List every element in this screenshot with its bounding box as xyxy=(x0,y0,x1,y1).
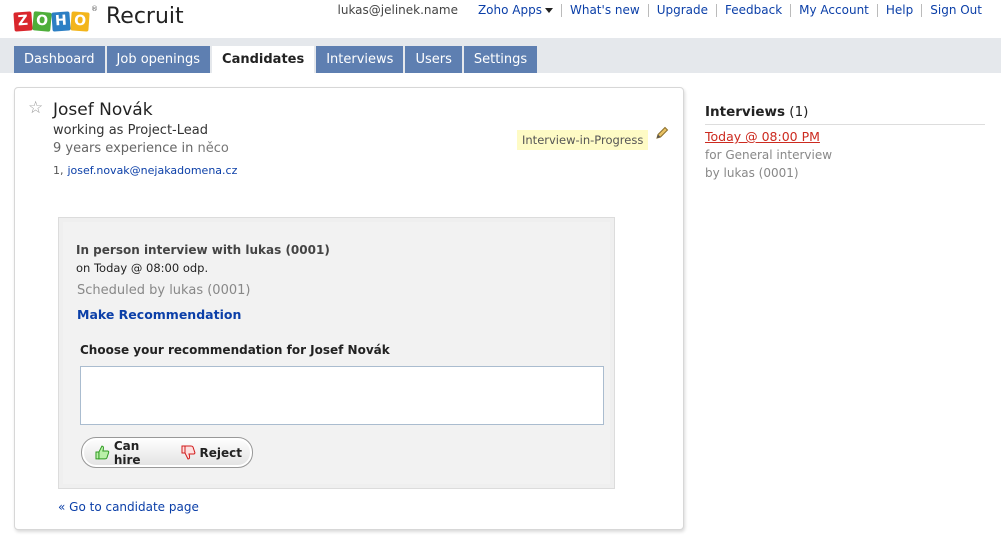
interview-time-link[interactable]: Today @ 08:00 PM xyxy=(705,129,985,144)
main-tabs: Dashboard Job openings Candidates Interv… xyxy=(14,46,539,74)
whats-new-link[interactable]: What's new xyxy=(560,3,648,17)
logo-letter-o-2: O xyxy=(70,11,90,32)
interview-title: In person interview with lukas (0001) xyxy=(76,243,330,257)
logo-letter-h: H xyxy=(51,11,71,32)
pencil-icon[interactable] xyxy=(655,126,669,140)
recommendation-textarea[interactable] xyxy=(80,366,604,425)
registered-mark: ® xyxy=(91,5,98,13)
interview-time: on Today @ 08:00 odp. xyxy=(76,261,209,275)
caret-down-icon xyxy=(544,7,553,13)
my-account-link[interactable]: My Account xyxy=(790,3,877,17)
candidate-contact: 1, josef.novak@nejakadomena.cz xyxy=(53,164,237,177)
interviews-sidebar: Interviews (1) Today @ 08:00 PM for Gene… xyxy=(705,104,985,180)
experience-skill: něco xyxy=(197,141,229,156)
interview-panel-inner: In person interview with lukas (0001) on… xyxy=(63,222,610,484)
candidate-experience: 9 years experience in něco xyxy=(53,141,229,156)
tab-dashboard[interactable]: Dashboard xyxy=(14,46,105,73)
make-recommendation-link[interactable]: Make Recommendation xyxy=(77,307,241,322)
reject-label: Reject xyxy=(199,445,242,460)
interviews-heading: Interviews (1) xyxy=(705,104,985,125)
recommendation-buttons: Can hire Reject xyxy=(81,437,253,468)
interview-owner: by lukas (0001) xyxy=(705,166,799,180)
user-email: lukas@jelinek.name xyxy=(337,3,458,17)
feedback-link[interactable]: Feedback xyxy=(716,3,790,17)
go-to-candidate-link[interactable]: « Go to candidate page xyxy=(58,500,199,514)
experience-text: 9 years experience in xyxy=(53,141,194,156)
logo-letter-z: Z xyxy=(13,11,33,32)
tab-candidates[interactable]: Candidates xyxy=(212,46,315,74)
zoho-logo: Z O H O ® xyxy=(13,5,98,32)
can-hire-button[interactable]: Can hire xyxy=(94,439,170,467)
interview-scheduled-by: Scheduled by lukas (0001) xyxy=(77,283,251,298)
candidate-name: Josef Novák xyxy=(53,100,153,120)
upgrade-link[interactable]: Upgrade xyxy=(647,3,716,17)
tab-bar: Dashboard Job openings Candidates Interv… xyxy=(0,38,1001,74)
tab-interviews[interactable]: Interviews xyxy=(316,46,404,73)
candidate-email-link[interactable]: josef.novak@nejakadomena.cz xyxy=(68,164,238,177)
zoho-recruit-logo[interactable]: Z O H O ® Recruit xyxy=(13,3,184,32)
interview-type: for General interview xyxy=(705,148,833,162)
thumbs-up-icon xyxy=(95,445,110,460)
logo-letter-o: O xyxy=(32,11,52,32)
contact-prefix: 1, xyxy=(53,164,64,177)
top-links: lukas@jelinek.name Zoho Apps What's new … xyxy=(338,3,991,17)
status-badge: Interview-in-Progress xyxy=(517,130,649,150)
thumbs-down-icon xyxy=(181,445,195,460)
interviews-heading-label: Interviews xyxy=(705,104,785,120)
candidate-card: ☆ Josef Novák working as Project-Lead 9 … xyxy=(14,87,684,530)
can-hire-label: Can hire xyxy=(113,438,141,467)
reject-button[interactable]: Reject xyxy=(180,444,242,461)
interviews-count: (1) xyxy=(789,104,809,120)
zoho-apps-menu[interactable]: Zoho Apps xyxy=(470,2,561,17)
candidate-role: working as Project-Lead xyxy=(53,123,208,138)
tab-settings[interactable]: Settings xyxy=(463,46,538,73)
app-header: Z O H O ® Recruit lukas@jelinek.name Zoh… xyxy=(0,0,1001,38)
star-icon[interactable]: ☆ xyxy=(28,100,43,117)
zoho-apps-label: Zoho Apps xyxy=(477,2,542,17)
interview-panel: In person interview with lukas (0001) on… xyxy=(58,217,615,489)
recommendation-prompt: Choose your recommendation for Josef Nov… xyxy=(80,343,390,357)
sign-out-link[interactable]: Sign Out xyxy=(921,3,990,17)
tab-job-openings[interactable]: Job openings xyxy=(106,46,211,73)
tab-users[interactable]: Users xyxy=(405,46,462,73)
app-name: Recruit xyxy=(106,4,184,29)
help-link[interactable]: Help xyxy=(876,3,921,17)
